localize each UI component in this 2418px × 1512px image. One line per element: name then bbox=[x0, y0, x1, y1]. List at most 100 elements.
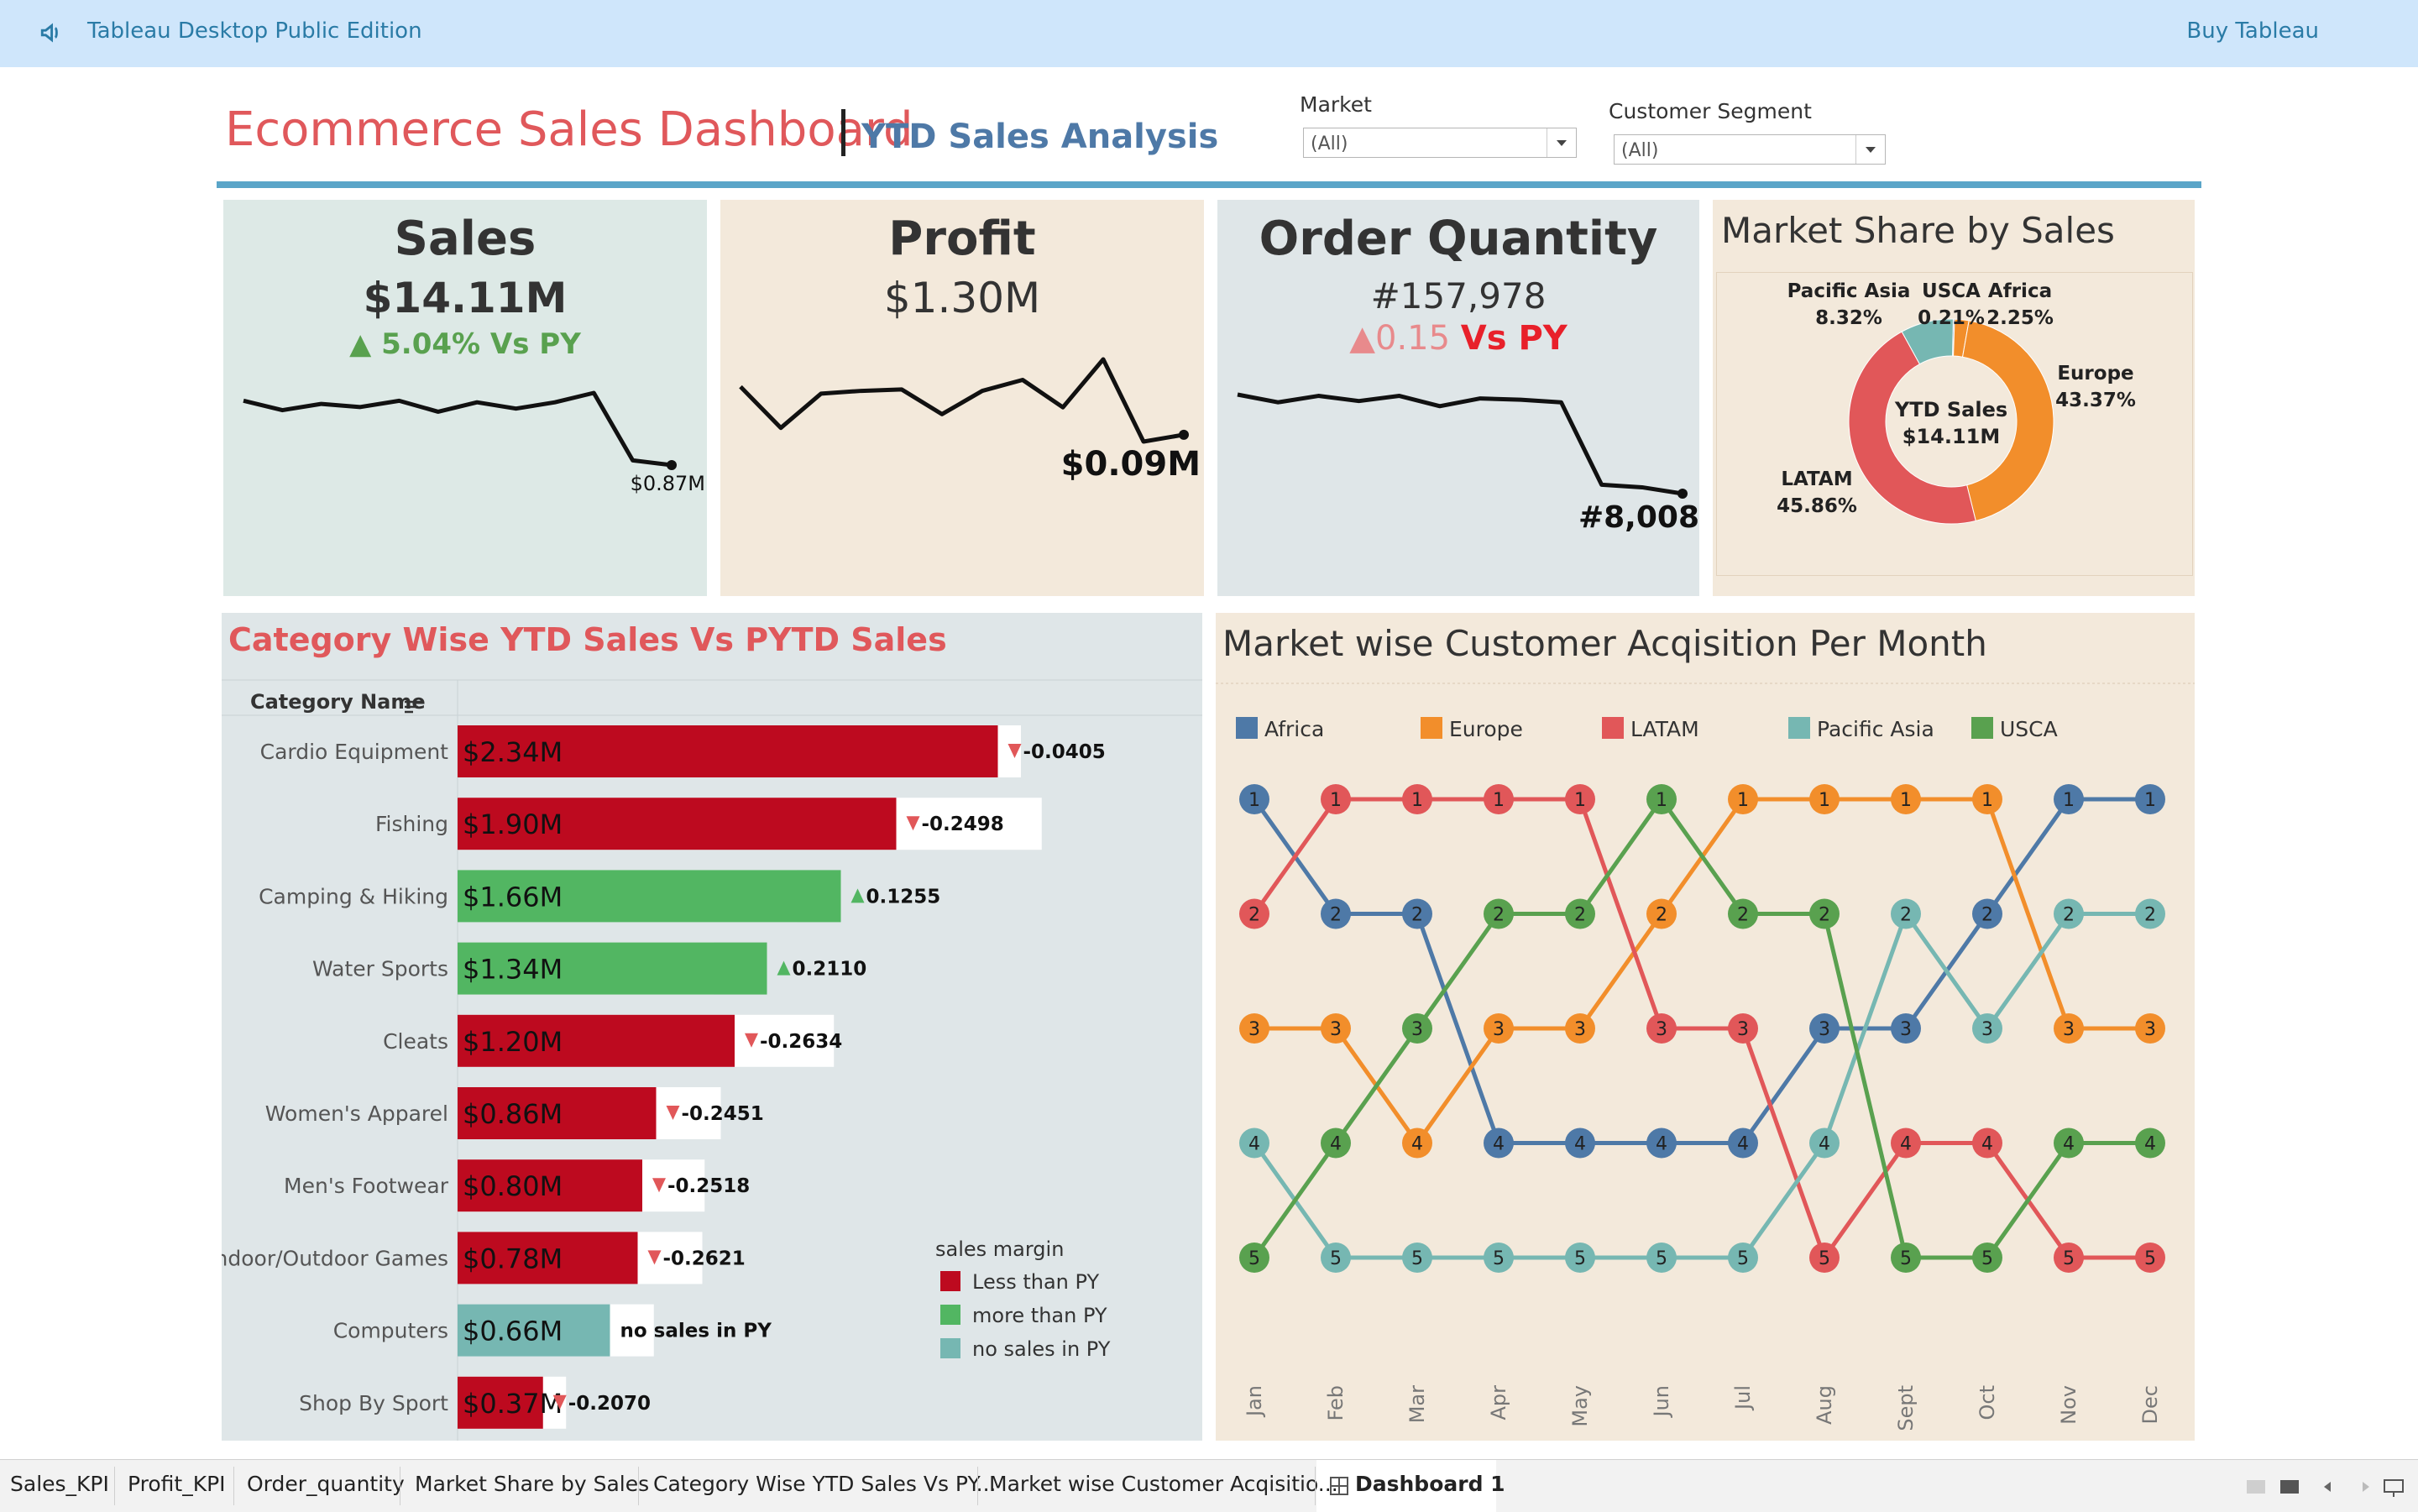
rank-marker-label: 3 bbox=[1248, 1019, 1260, 1040]
orders-delta-value: 0.15 bbox=[1375, 319, 1451, 358]
tab-divider bbox=[1315, 1467, 1316, 1505]
sheet-tab-bar: Sales_KPI Profit_KPI Order_quantity Mark… bbox=[0, 1459, 2418, 1512]
app-brand: Tableau Desktop Public Edition bbox=[87, 18, 422, 44]
rank-marker-label: 2 bbox=[1737, 905, 1749, 926]
tab-category-wise[interactable]: Category Wise YTD Sales Vs PY... bbox=[653, 1472, 996, 1496]
rank-marker-label: 4 bbox=[1330, 1134, 1342, 1155]
sales-bar-value: $1.20M bbox=[463, 1026, 563, 1058]
segment-filter-label: Customer Segment bbox=[1609, 99, 1812, 123]
rank-marker-label: 1 bbox=[1981, 790, 1993, 811]
sales-bar-value: $0.37M bbox=[463, 1388, 563, 1420]
month-tick-label: Dec bbox=[2138, 1385, 2162, 1424]
sales-bar-value: $0.86M bbox=[463, 1098, 563, 1130]
sales-delta-label: -0.2634 bbox=[760, 1031, 842, 1053]
customer-acquisition-panel[interactable]: Market wise Customer Acqisition Per Mont… bbox=[1216, 613, 2195, 1441]
legend-swatch bbox=[940, 1338, 960, 1358]
megaphone-icon[interactable] bbox=[39, 18, 67, 47]
rank-marker-label: 1 bbox=[1330, 790, 1342, 811]
tab-view-icon[interactable] bbox=[2280, 1480, 2299, 1494]
rank-marker-label: 3 bbox=[1737, 1019, 1749, 1040]
previous-sheet-icon[interactable] bbox=[2324, 1482, 2331, 1492]
month-tick-label: Jan bbox=[1243, 1385, 1266, 1418]
tab-market-wise[interactable]: Market wise Customer Acqisitio... bbox=[989, 1472, 1338, 1496]
sales-delta-label: -0.2070 bbox=[568, 1393, 651, 1415]
rank-marker-label: 5 bbox=[1411, 1248, 1423, 1269]
tab-dashboard-1[interactable]: Dashboard 1 bbox=[1355, 1472, 1505, 1496]
dashboard-title: Ecommerce Sales Dashboard bbox=[225, 102, 913, 157]
sparkline-path bbox=[1237, 392, 1683, 496]
sales-delta-label: 0.2110 bbox=[793, 959, 867, 981]
rank-marker-label: 2 bbox=[1411, 905, 1423, 926]
next-sheet-icon[interactable] bbox=[2363, 1482, 2369, 1492]
month-tick-label: Sept bbox=[1894, 1385, 1918, 1431]
rank-marker-label: 3 bbox=[1493, 1019, 1505, 1040]
rank-marker-label: 5 bbox=[1900, 1248, 1912, 1269]
sales-delta-label: -0.2451 bbox=[682, 1103, 764, 1125]
donut-label-value: 0.21% bbox=[1918, 307, 1985, 329]
segment-filter-dropdown[interactable]: (All) bbox=[1614, 134, 1886, 165]
rank-marker-label: 2 bbox=[1900, 905, 1912, 926]
sales-kpi-card[interactable]: $0.87M Sales $14.11M ▲ 5.04% Vs PY bbox=[223, 200, 707, 596]
donut-center-label: YTD Sales bbox=[1894, 398, 2007, 421]
legend-label: USCA bbox=[2000, 717, 2058, 741]
month-tick-label: Apr bbox=[1487, 1385, 1510, 1420]
sparkline-last-label: #8,008 bbox=[1578, 500, 1699, 535]
month-tick-label: Jun bbox=[1650, 1385, 1673, 1419]
rank-marker-label: 5 bbox=[1574, 1248, 1586, 1269]
sparkline-point bbox=[1179, 429, 1189, 440]
tab-profit-kpi[interactable]: Profit_KPI bbox=[128, 1472, 226, 1496]
rank-marker-label: 2 bbox=[2063, 905, 2075, 926]
rank-marker-label: 4 bbox=[2063, 1134, 2075, 1155]
month-tick-label: Feb bbox=[1324, 1385, 1348, 1421]
rank-marker-label: 4 bbox=[1411, 1134, 1423, 1155]
category-sales-panel[interactable]: Category Wise YTD Sales Vs PYTD Sales Ca… bbox=[222, 613, 1202, 1441]
rank-marker-label: 1 bbox=[1737, 790, 1749, 811]
market-filter-value: (All) bbox=[1311, 133, 1348, 154]
presentation-mode-icon[interactable] bbox=[2384, 1479, 2404, 1497]
orders-kpi-card[interactable]: #8,008 Order Quantity #157,978 ▲0.15 Vs … bbox=[1217, 200, 1699, 596]
rank-marker-label: 5 bbox=[2144, 1248, 2156, 1269]
buy-tableau-link[interactable]: Buy Tableau bbox=[2186, 18, 2319, 44]
tab-sales-kpi[interactable]: Sales_KPI bbox=[10, 1472, 109, 1496]
legend-swatch bbox=[1602, 717, 1624, 739]
customer-acquisition-bump-chart: Africa Europe LATAM Pacific Asia USCA 1 2 2 4 4 4 4… bbox=[1216, 683, 2195, 1431]
rank-marker-label: 2 bbox=[1819, 905, 1830, 926]
rank-marker-label: 2 bbox=[1656, 905, 1667, 926]
rank-marker-label: 4 bbox=[1981, 1134, 1993, 1155]
rank-marker-label: 1 bbox=[1493, 790, 1505, 811]
tab-market-share[interactable]: Market Share by Sales bbox=[415, 1472, 649, 1496]
sparkline-path bbox=[739, 357, 1185, 444]
rank-marker-label: 5 bbox=[1330, 1248, 1342, 1269]
legend-label: Pacific Asia bbox=[1817, 717, 1934, 741]
category-label: Women's Apparel bbox=[265, 1101, 448, 1126]
orders-kpi-value: #157,978 bbox=[1370, 275, 1547, 317]
rank-marker-label: 5 bbox=[1248, 1248, 1260, 1269]
category-label: Cleats bbox=[383, 1029, 448, 1054]
rank-marker-label: 5 bbox=[1819, 1248, 1830, 1269]
sales-bar-value: $0.80M bbox=[463, 1170, 563, 1202]
rank-marker-label: 2 bbox=[2144, 905, 2156, 926]
legend-swatch bbox=[1236, 717, 1258, 739]
rank-marker-label: 4 bbox=[1574, 1134, 1586, 1155]
market-share-panel[interactable]: Market Share by Sales YTD Sales $14.11M Eu… bbox=[1713, 200, 2195, 596]
tab-divider bbox=[114, 1467, 115, 1505]
chevron-down-icon[interactable] bbox=[1547, 128, 1576, 157]
market-filter-label: Market bbox=[1300, 92, 1372, 117]
chevron-down-icon[interactable] bbox=[1855, 135, 1885, 164]
legend-swatch bbox=[1788, 717, 1810, 739]
rank-marker-label: 1 bbox=[1411, 790, 1423, 811]
rank-marker-label: 1 bbox=[2144, 790, 2156, 811]
market-filter-dropdown[interactable]: (All) bbox=[1303, 128, 1577, 158]
month-tick-label: Mar bbox=[1405, 1385, 1429, 1423]
filmstrip-view-icon[interactable] bbox=[2247, 1480, 2265, 1494]
legend-label: LATAM bbox=[1630, 717, 1699, 741]
profit-kpi-card[interactable]: $0.09M Profit $1.30M bbox=[720, 200, 1204, 596]
profit-kpi-title: Profit bbox=[888, 212, 1036, 266]
tab-order-quantity[interactable]: Order_quantity bbox=[247, 1472, 405, 1496]
column-header-category: Category Name bbox=[250, 690, 426, 714]
category-label: Computers bbox=[333, 1319, 448, 1343]
sales-kpi-delta: ▲ 5.04% Vs PY bbox=[349, 327, 581, 361]
market-share-donut: YTD Sales $14.11M Europe 43.37% LATAM 45.86% P… bbox=[1777, 280, 2136, 525]
rank-marker-label: 4 bbox=[1493, 1134, 1505, 1155]
rank-marker-label: 1 bbox=[2063, 790, 2075, 811]
